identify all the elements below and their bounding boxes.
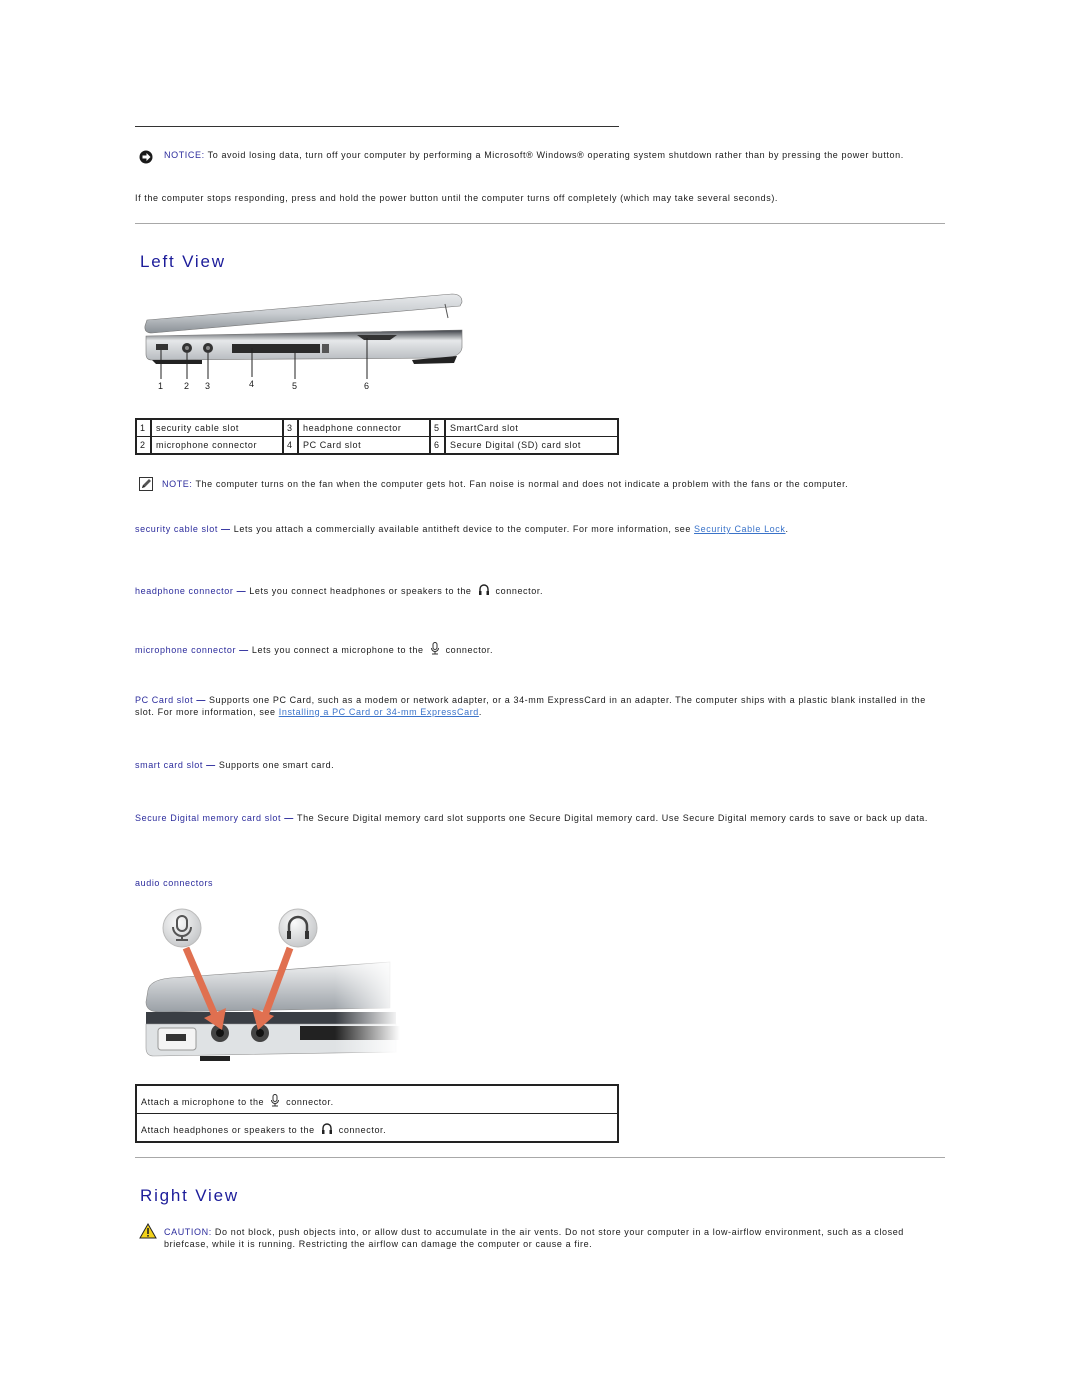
table-row: 2 microphone connector 4 PC Card slot 6 … — [135, 436, 619, 455]
callout-4: 4 — [249, 379, 255, 389]
smart-card-slot-description: smart card slot — Supports one smart car… — [135, 760, 335, 770]
term-smart-card-slot: smart card slot — [135, 760, 204, 770]
section-divider — [135, 1157, 945, 1158]
section-divider — [135, 223, 945, 224]
security-cable-lock-link[interactable]: Security Cable Lock — [694, 524, 785, 534]
right-view-heading: Right View — [140, 1186, 239, 1205]
callout-3: 3 — [205, 381, 211, 391]
headphone-icon — [321, 1122, 333, 1137]
table-row: 1 security cable slot 3 headphone connec… — [135, 418, 619, 437]
term-sd-card-slot: Secure Digital memory card slot — [135, 813, 282, 823]
headphone-connector-description: headphone connector — Lets you connect h… — [135, 583, 945, 600]
table-row: Attach headphones or speakers to the conn… — [135, 1113, 619, 1143]
sd-card-slot-description: Secure Digital memory card slot — The Se… — [135, 813, 928, 823]
callout-1: 1 — [158, 381, 164, 391]
left-view-heading: Left View — [140, 252, 226, 271]
headphone-icon — [478, 583, 490, 600]
term-pc-card-slot: PC Card slot — [135, 695, 194, 705]
table-row: Attach a microphone to the connector. — [135, 1084, 619, 1114]
notice-text: NOTICE: To avoid losing data, turn off y… — [164, 150, 904, 160]
left-view-laptop-figure: 1 2 3 4 5 6 — [142, 288, 467, 396]
audio-connectors-figure — [140, 900, 400, 1065]
note-label: NOTE: — [162, 479, 193, 489]
microphone-icon — [430, 642, 440, 659]
warning-triangle-icon — [139, 1222, 157, 1241]
caution-text: CAUTION: Do not block, push objects into… — [164, 1227, 904, 1249]
microphone-icon — [270, 1094, 280, 1109]
notice-label: NOTICE: — [164, 150, 205, 160]
pc-card-slot-description: PC Card slot — Supports one PC Card, suc… — [135, 695, 926, 717]
term-security-cable-slot: security cable slot — [135, 524, 218, 534]
parts-table: 1 security cable slot 3 headphone connec… — [135, 418, 619, 455]
note-text: NOTE: The computer turns on the fan when… — [162, 479, 849, 489]
intro-paragraph: If the computer stops responding, press … — [135, 193, 779, 203]
term-headphone-connector: headphone connector — [135, 586, 234, 596]
callout-6: 6 — [364, 381, 370, 391]
audio-connectors-table: Attach a microphone to the connector. Att… — [135, 1084, 619, 1143]
note-pencil-icon — [139, 477, 153, 493]
caution-label: CAUTION: — [164, 1227, 212, 1237]
audio-connectors-heading: audio connectors — [135, 878, 214, 888]
callout-5: 5 — [292, 381, 298, 391]
top-rule — [135, 126, 619, 127]
term-microphone-connector: microphone connector — [135, 645, 237, 655]
microphone-connector-description: microphone connector — Lets you connect … — [135, 642, 945, 659]
notice-arrow-icon — [139, 150, 153, 166]
installing-pc-card-link[interactable]: Installing a PC Card or 34-mm ExpressCar… — [279, 707, 479, 717]
security-cable-slot-description: security cable slot — Lets you attach a … — [135, 524, 789, 534]
callout-2: 2 — [184, 381, 190, 391]
